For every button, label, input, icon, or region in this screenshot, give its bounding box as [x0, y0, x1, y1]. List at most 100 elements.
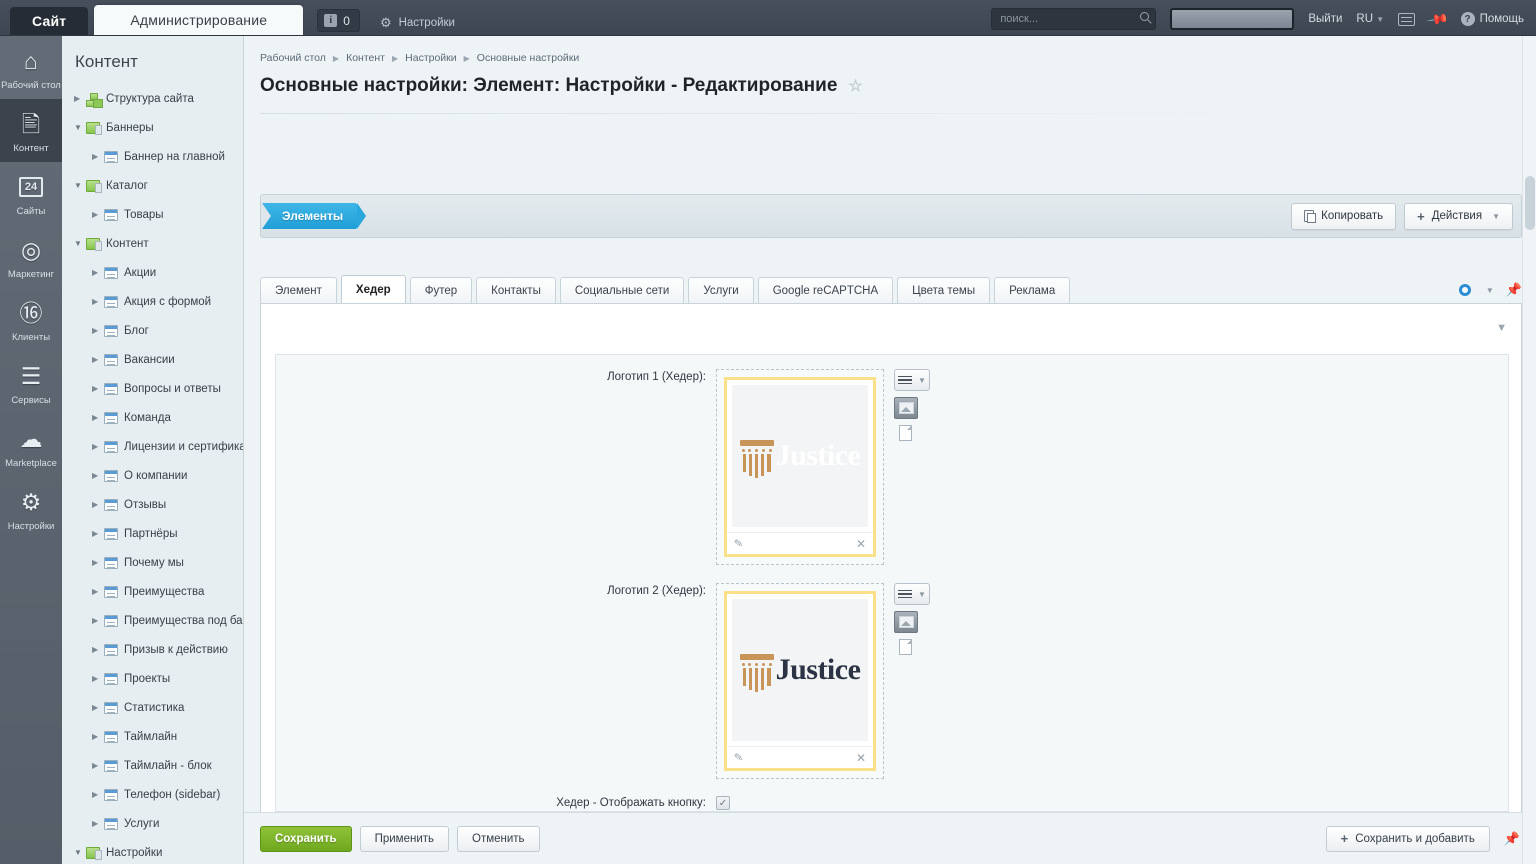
tree-node[interactable]: ▶ Услуги	[62, 809, 243, 838]
tree-node[interactable]: ▶ Отзывы	[62, 490, 243, 519]
tree-node[interactable]: ▶ Телефон (sidebar)	[62, 780, 243, 809]
logo2-dropzone[interactable]: Justice ✎ ✕	[716, 583, 884, 779]
chevron-right-icon[interactable]: ▶	[92, 761, 104, 770]
tab-контакты[interactable]: Контакты	[476, 277, 556, 303]
tree-node[interactable]: ▶ Лицензии и сертификаты	[62, 432, 243, 461]
chevron-right-icon[interactable]: ▶	[92, 384, 104, 393]
chevron-right-icon[interactable]: ▶	[92, 645, 104, 654]
file-icon[interactable]	[899, 425, 912, 441]
logo1-image-button[interactable]	[894, 397, 918, 419]
tree-node[interactable]: ▶ Акции	[62, 258, 243, 287]
tree-node[interactable]: ▶ Блог	[62, 316, 243, 345]
tree-node[interactable]: ▶ Партнёры	[62, 519, 243, 548]
cancel-button[interactable]: Отменить	[457, 825, 540, 852]
chevron-right-icon[interactable]: ▶	[92, 674, 104, 683]
rail-item-3[interactable]: 24 Сайты	[0, 162, 62, 225]
tree-node[interactable]: ▶ Проекты	[62, 664, 243, 693]
tab-google-recaptcha[interactable]: Google reCAPTCHA	[757, 277, 894, 303]
notification-counter[interactable]: i 0	[317, 9, 360, 32]
logout-link[interactable]: Выйти	[1308, 13, 1342, 25]
tree-node[interactable]: ▶ О компании	[62, 461, 243, 490]
tree-node[interactable]: ▶ Призыв к действию	[62, 635, 243, 664]
chevron-down-icon[interactable]: ▼	[74, 181, 86, 190]
pin-icon[interactable]: 📌	[1426, 7, 1449, 31]
chevron-right-icon[interactable]: ▶	[92, 442, 104, 451]
search-box[interactable]	[991, 8, 1157, 30]
tree-node[interactable]: ▶ Таймлайн - блок	[62, 751, 243, 780]
breadcrumb-item[interactable]: Рабочий стол	[260, 52, 326, 64]
chevron-down-icon[interactable]: ▼	[74, 848, 86, 857]
chevron-right-icon[interactable]: ▶	[92, 500, 104, 509]
close-icon[interactable]: ✕	[856, 751, 866, 765]
rail-item-1[interactable]: ⌂ Рабочий стол	[0, 36, 62, 99]
search-input[interactable]	[998, 12, 1135, 26]
tab-хедер[interactable]: Хедер	[340, 275, 406, 303]
logo2-menu-button[interactable]: ▼	[894, 583, 930, 605]
tree-node[interactable]: ▼ Контент	[62, 229, 243, 258]
tab-услуги[interactable]: Услуги	[688, 277, 754, 303]
chevron-down-icon[interactable]: ▼	[1486, 286, 1494, 295]
save-button[interactable]: Сохранить	[260, 825, 352, 852]
rail-item-7[interactable]: ☁ Marketplace	[0, 414, 62, 477]
tree-node[interactable]: ▶ Вакансии	[62, 345, 243, 374]
tab-цвета-темы[interactable]: Цвета темы	[897, 277, 991, 303]
chevron-right-icon[interactable]: ▶	[92, 790, 104, 799]
chevron-right-icon[interactable]: ▶	[92, 268, 104, 277]
chevron-right-icon[interactable]: ▶	[92, 703, 104, 712]
chevron-right-icon[interactable]: ▶	[74, 94, 86, 103]
settings-cog-icon[interactable]	[1458, 284, 1471, 296]
logo1-thumbnail[interactable]: Justice ✎ ✕	[724, 377, 876, 557]
tab-социальные-сети[interactable]: Социальные сети	[559, 277, 685, 303]
tree-node[interactable]: ▶ Преимущества под баннером	[62, 606, 243, 635]
help-link[interactable]: ? Помощь	[1460, 12, 1524, 26]
rail-item-2[interactable]: 🖹 Контент	[0, 99, 62, 162]
breadcrumb-item[interactable]: Основные настройки	[477, 52, 579, 64]
edit-icon[interactable]: ✎	[733, 536, 744, 550]
panel-collapse-chevron[interactable]: ▼	[1496, 322, 1507, 334]
tree-node[interactable]: ▶ Вопросы и ответы	[62, 374, 243, 403]
logo1-dropzone[interactable]: Justice ✎ ✕	[716, 369, 884, 565]
tab-футер[interactable]: Футер	[409, 277, 473, 303]
chevron-down-icon[interactable]: ▼	[74, 239, 86, 248]
rail-item-6[interactable]: ☰ Сервисы	[0, 351, 62, 414]
keyboard-icon[interactable]	[1398, 12, 1416, 26]
chevron-right-icon[interactable]: ▶	[92, 558, 104, 567]
show-button-checkbox[interactable]: ✓	[716, 796, 730, 810]
chevron-right-icon[interactable]: ▶	[92, 616, 104, 625]
user-avatar-box[interactable]	[1170, 8, 1295, 30]
pin-icon[interactable]: 📌	[1506, 282, 1522, 298]
vertical-scrollbar[interactable]	[1522, 36, 1536, 864]
chevron-right-icon[interactable]: ▶	[92, 355, 104, 364]
chevron-right-icon[interactable]: ▶	[92, 471, 104, 480]
tree-node[interactable]: ▶ Акция с формой	[62, 287, 243, 316]
logo1-menu-button[interactable]: ▼	[894, 369, 930, 391]
tree-node[interactable]: ▶ Команда	[62, 403, 243, 432]
chevron-right-icon[interactable]: ▶	[92, 297, 104, 306]
chevron-right-icon[interactable]: ▶	[92, 326, 104, 335]
copy-button[interactable]: Копировать	[1291, 202, 1397, 230]
breadcrumb-item[interactable]: Настройки	[405, 52, 457, 64]
star-icon[interactable]: ☆	[848, 76, 862, 96]
chevron-right-icon[interactable]: ▶	[92, 529, 104, 538]
chevron-right-icon[interactable]: ▶	[92, 587, 104, 596]
tab-реклама[interactable]: Реклама	[994, 277, 1071, 303]
logo2-thumbnail[interactable]: Justice ✎ ✕	[724, 591, 876, 771]
logo2-image-button[interactable]	[894, 611, 918, 633]
tree-node[interactable]: ▶ Преимущества	[62, 577, 243, 606]
tree-node[interactable]: ▶ Структура сайта	[62, 84, 243, 113]
rail-item-5[interactable]: ⑯ Клиенты	[0, 288, 62, 351]
language-selector[interactable]: RU ▼	[1356, 13, 1384, 25]
chevron-right-icon[interactable]: ▶	[92, 732, 104, 741]
top-tab-site[interactable]: Сайт	[10, 7, 89, 35]
pin-icon[interactable]: 📌	[1504, 831, 1520, 847]
tree-node[interactable]: ▼ Каталог	[62, 171, 243, 200]
file-icon[interactable]	[899, 639, 912, 655]
edit-icon[interactable]: ✎	[733, 750, 744, 764]
close-icon[interactable]: ✕	[856, 537, 866, 551]
chevron-right-icon[interactable]: ▶	[92, 152, 104, 161]
chevron-right-icon[interactable]: ▶	[92, 819, 104, 828]
actions-button[interactable]: + Действия ▼	[1404, 202, 1513, 230]
breadcrumb-item[interactable]: Контент	[346, 52, 385, 64]
rail-item-4[interactable]: ◎ Маркетинг	[0, 225, 62, 288]
rail-item-8[interactable]: ⚙ Настройки	[0, 477, 62, 540]
